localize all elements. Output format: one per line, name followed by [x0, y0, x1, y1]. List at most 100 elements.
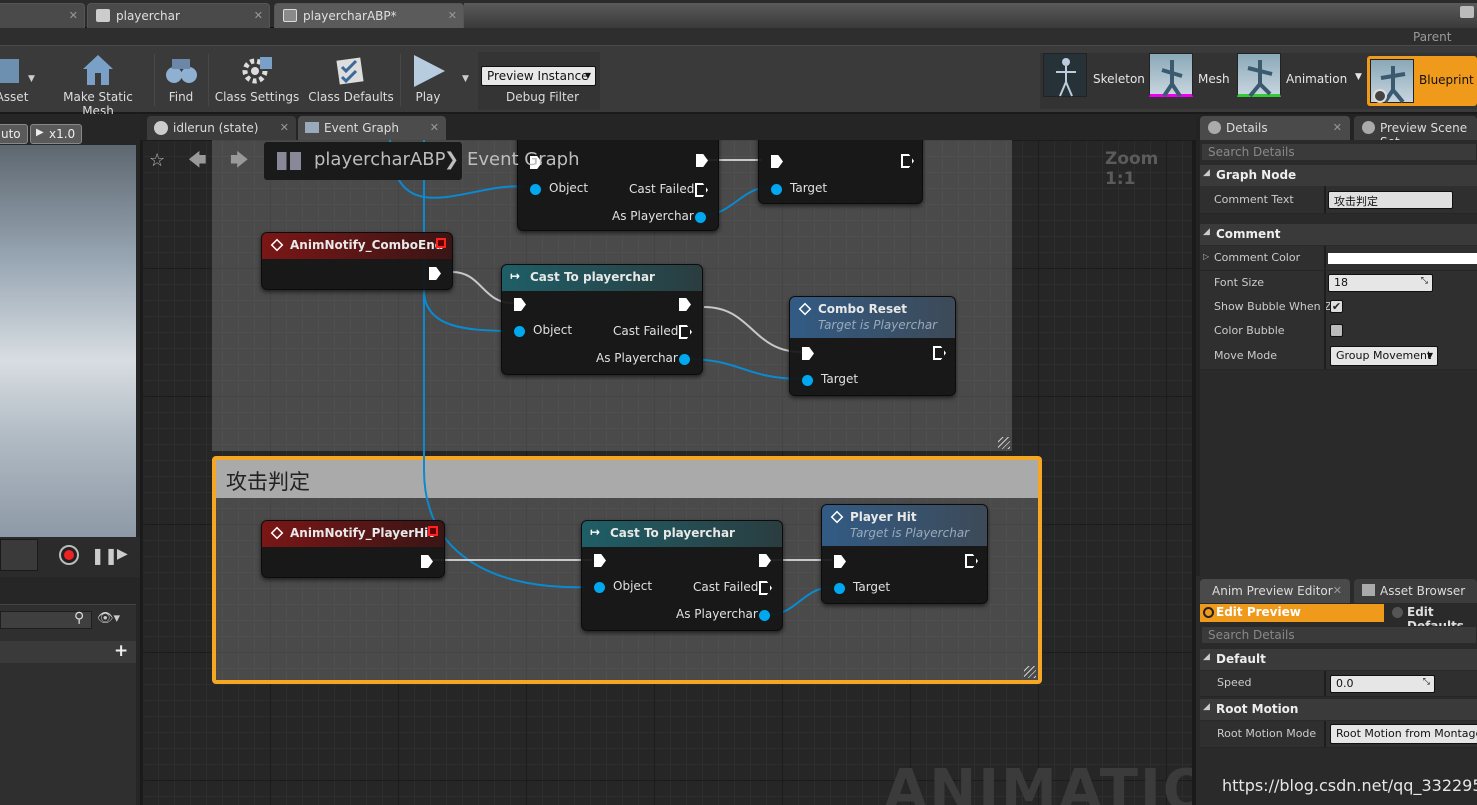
details-search-input[interactable]: Search Details [1201, 143, 1477, 161]
mode-animation-button[interactable]: Animation ▼ [1237, 53, 1365, 105]
node-cast-to-playerchar-1[interactable]: ↦ Cast To playerchar Object Cast Failed A… [501, 264, 703, 375]
step-forward-icon[interactable]: ▶ [117, 546, 128, 562]
comment-text-input[interactable]: 攻击判定 [1328, 191, 1453, 209]
close-icon[interactable]: ✕ [430, 121, 439, 134]
as-playerchar-pin[interactable] [759, 610, 770, 621]
exec-in-pin[interactable] [514, 298, 526, 311]
preview-viewport[interactable] [0, 145, 136, 537]
back-arrow-icon[interactable]: 🡄 [188, 148, 207, 178]
find-button[interactable]: Find [160, 53, 202, 104]
exec-out-pin[interactable] [965, 554, 978, 568]
asset-button[interactable]: Asset [0, 53, 30, 104]
tab-idlerun-state[interactable]: idlerun (state) ✕ [147, 116, 296, 140]
node-combo-reset[interactable]: Combo Reset Target is Playerchar Target [789, 296, 956, 396]
play-label: Play [415, 90, 441, 104]
mode-mesh-button[interactable]: Mesh [1149, 53, 1234, 105]
tab-event-graph[interactable]: Event Graph ✕ [298, 116, 446, 140]
chevron-down-icon[interactable]: ▼ [1355, 72, 1362, 82]
cast-failed-pin[interactable] [759, 581, 772, 595]
exec-out-pin[interactable] [933, 346, 946, 360]
edit-defaults-button[interactable]: Edit Defaults [1388, 604, 1477, 633]
exec-out-pin[interactable] [679, 298, 691, 311]
record-button[interactable] [59, 545, 79, 565]
mode-blueprint-button[interactable]: Blueprint [1367, 56, 1477, 106]
expand-arrow-icon[interactable]: ▷ [1203, 252, 1209, 261]
node-animnotify-playerhit[interactable]: AnimNotify_PlayerHit [261, 520, 445, 578]
object-pin[interactable] [530, 184, 541, 195]
exec-out-pin[interactable] [421, 555, 433, 568]
anim-search-input[interactable]: Search Details [1201, 626, 1477, 644]
preview-instance-dropdown[interactable]: Preview Instance ▼ [481, 66, 596, 86]
close-icon[interactable]: ✕ [1333, 121, 1342, 134]
color-bubble-checkbox[interactable] [1330, 324, 1343, 337]
document-tab-playercharabp[interactable]: playercharABP* ✕ [274, 3, 464, 28]
breadcrumb-asset[interactable]: playercharABP [314, 149, 445, 170]
class-defaults-button[interactable]: Class Defaults [308, 53, 394, 104]
pause-icon[interactable]: ❚❚ [91, 546, 118, 565]
font-size-input[interactable]: 18 ⤡ [1328, 274, 1433, 292]
cast-failed-pin[interactable] [695, 183, 708, 197]
comment-color-swatch[interactable] [1328, 253, 1477, 264]
section-root-motion[interactable]: Root Motion [1200, 699, 1477, 720]
as-playerchar-pin[interactable] [679, 354, 690, 365]
cast-failed-label: Cast Failed [613, 324, 679, 338]
object-pin[interactable] [514, 326, 525, 337]
exec-in-pin[interactable] [594, 554, 606, 567]
breakpoint-icon[interactable] [428, 526, 438, 536]
root-motion-mode-dropdown[interactable]: Root Motion from Montages [1330, 724, 1477, 744]
property-label: Speed [1217, 676, 1252, 689]
move-mode-dropdown[interactable]: Group Movement ▼ [1330, 346, 1438, 366]
tab-details[interactable]: Details ✕ [1200, 116, 1350, 140]
close-icon[interactable]: ✕ [448, 9, 457, 22]
document-tab-previous[interactable]: ✕ [0, 3, 85, 28]
eye-icon[interactable]: 👁▾ [97, 611, 120, 626]
object-pin[interactable] [594, 582, 605, 593]
node-animnotify-comboend[interactable]: AnimNotify_ComboEnd [261, 232, 453, 290]
edit-preview-button[interactable]: Edit Preview [1200, 604, 1384, 622]
section-graph-node[interactable]: Graph Node [1200, 165, 1477, 186]
mode-skeleton-button[interactable]: Skeleton [1043, 53, 1145, 105]
event-graph-canvas[interactable]: 攻击判定 Object Cast Failed As Playerchar Ta… [142, 140, 1192, 805]
close-icon[interactable]: ✕ [1333, 584, 1342, 597]
viewport-mode-button[interactable]: uto [0, 124, 28, 144]
add-icon[interactable]: + [114, 641, 128, 661]
section-default[interactable]: Default [1200, 649, 1477, 670]
exec-in-pin[interactable] [834, 555, 846, 568]
exec-out-pin[interactable] [429, 267, 441, 280]
play-button[interactable]: Play [406, 53, 450, 104]
close-icon[interactable]: ✕ [254, 9, 263, 22]
document-tab-playerchar[interactable]: playerchar ✕ [87, 3, 270, 28]
section-comment[interactable]: Comment [1200, 224, 1477, 245]
class-settings-button[interactable]: Class Settings [214, 53, 300, 104]
target-pin[interactable] [771, 184, 782, 195]
tab-asset-browser[interactable]: Asset Browser [1354, 579, 1477, 603]
timeline-track[interactable] [0, 539, 38, 571]
show-bubble-checkbox[interactable]: ✔ [1330, 300, 1343, 313]
star-icon[interactable]: ☆ [149, 150, 165, 171]
make-static-mesh-button[interactable]: Make Static Mesh [48, 53, 148, 118]
forward-arrow-icon[interactable]: 🡆 [230, 148, 249, 178]
node-cast-to-playerchar-2[interactable]: ↦ Cast To playerchar Object Cast Failed A… [581, 520, 783, 631]
breakpoint-icon[interactable] [436, 238, 446, 248]
chevron-down-icon[interactable]: ▼ [462, 74, 469, 84]
column-divider [1324, 319, 1326, 343]
search-icon[interactable]: ⚲ [74, 610, 84, 626]
chevron-down-icon[interactable]: ▼ [28, 74, 35, 84]
exec-out-pin[interactable] [759, 554, 771, 567]
node-subtitle: Target is Playerchar [818, 318, 938, 332]
playback-speed-button[interactable]: ▶ x1.0 [30, 124, 83, 144]
breadcrumb-graph[interactable]: Event Graph [467, 149, 580, 170]
node-player-hit[interactable]: Player Hit Target is Playerchar Target [821, 504, 988, 604]
tab-anim-preview-editor[interactable]: Anim Preview Editor ✕ [1200, 579, 1350, 603]
target-pin[interactable] [834, 583, 845, 594]
speed-input[interactable]: 0.0 ⤡ [1330, 675, 1435, 693]
close-icon[interactable]: ✕ [280, 121, 289, 134]
document-tab-label: playercharABP* [303, 9, 397, 23]
as-playerchar-pin[interactable] [695, 212, 706, 223]
target-pin[interactable] [802, 375, 813, 386]
exec-in-pin[interactable] [802, 347, 814, 360]
tab-preview-scene-settings[interactable]: Preview Scene Set [1354, 116, 1477, 149]
close-icon[interactable]: ✕ [69, 9, 78, 22]
debug-filter-label: Debug Filter [506, 90, 579, 104]
cast-failed-pin[interactable] [679, 325, 692, 339]
